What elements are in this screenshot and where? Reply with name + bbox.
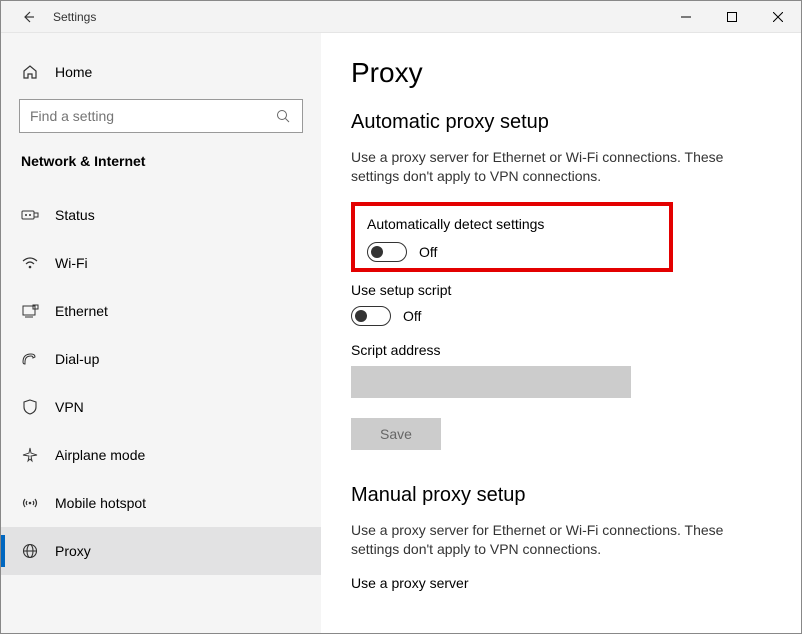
sidebar-item-label: Dial-up <box>55 351 99 367</box>
sidebar-item-label: Wi-Fi <box>55 255 88 271</box>
sidebar-item-label: Status <box>55 207 95 223</box>
page-title: Proxy <box>351 57 779 89</box>
sidebar-home-label: Home <box>55 64 92 80</box>
titlebar: Settings <box>1 1 801 33</box>
auto-detect-state: Off <box>419 244 437 260</box>
setup-script-state: Off <box>403 308 421 324</box>
sidebar-item-ethernet[interactable]: Ethernet <box>1 287 321 335</box>
auto-detect-toggle[interactable] <box>367 242 407 262</box>
vpn-icon <box>21 398 39 416</box>
save-button[interactable]: Save <box>351 418 441 450</box>
script-address-label: Script address <box>351 342 779 358</box>
sidebar-item-label: Ethernet <box>55 303 108 319</box>
proxy-icon <box>21 542 39 560</box>
close-button[interactable] <box>755 1 801 33</box>
sidebar-item-label: Proxy <box>55 543 91 559</box>
sidebar-item-label: VPN <box>55 399 84 415</box>
setup-script-label: Use setup script <box>351 282 779 298</box>
auto-heading: Automatic proxy setup <box>351 111 779 134</box>
sidebar-home[interactable]: Home <box>1 55 321 89</box>
home-icon <box>21 63 39 81</box>
sidebar-item-hotspot[interactable]: Mobile hotspot <box>1 479 321 527</box>
settings-window: Settings Home <box>0 0 802 634</box>
auto-detect-label: Automatically detect settings <box>367 216 657 232</box>
sidebar-item-vpn[interactable]: VPN <box>1 383 321 431</box>
maximize-button[interactable] <box>709 1 755 33</box>
main-panel: Proxy Automatic proxy setup Use a proxy … <box>321 33 801 633</box>
status-icon <box>21 206 39 224</box>
wifi-icon <box>21 254 39 272</box>
search-input[interactable] <box>30 108 274 124</box>
setup-script-toggle[interactable] <box>351 306 391 326</box>
airplane-icon <box>21 446 39 464</box>
sidebar: Home Network & Internet Status <box>1 33 321 633</box>
use-proxy-label: Use a proxy server <box>351 575 779 591</box>
ethernet-icon <box>21 302 39 320</box>
back-icon[interactable] <box>19 8 37 26</box>
manual-heading: Manual proxy setup <box>351 484 779 507</box>
script-address-input[interactable] <box>351 366 631 398</box>
sidebar-item-proxy[interactable]: Proxy <box>1 527 321 575</box>
sidebar-item-label: Mobile hotspot <box>55 495 146 511</box>
sidebar-item-dialup[interactable]: Dial-up <box>1 335 321 383</box>
sidebar-item-wifi[interactable]: Wi-Fi <box>1 239 321 287</box>
highlight-auto-detect: Automatically detect settings Off <box>351 202 673 272</box>
sidebar-item-label: Airplane mode <box>55 447 145 463</box>
sidebar-item-status[interactable]: Status <box>1 191 321 239</box>
search-icon <box>274 107 292 125</box>
sidebar-item-airplane[interactable]: Airplane mode <box>1 431 321 479</box>
manual-desc: Use a proxy server for Ethernet or Wi-Fi… <box>351 521 751 559</box>
minimize-button[interactable] <box>663 1 709 33</box>
hotspot-icon <box>21 494 39 512</box>
dialup-icon <box>21 350 39 368</box>
auto-desc: Use a proxy server for Ethernet or Wi-Fi… <box>351 148 751 186</box>
window-title: Settings <box>53 10 96 24</box>
sidebar-section-header: Network & Internet <box>1 147 321 191</box>
search-box[interactable] <box>19 99 303 133</box>
